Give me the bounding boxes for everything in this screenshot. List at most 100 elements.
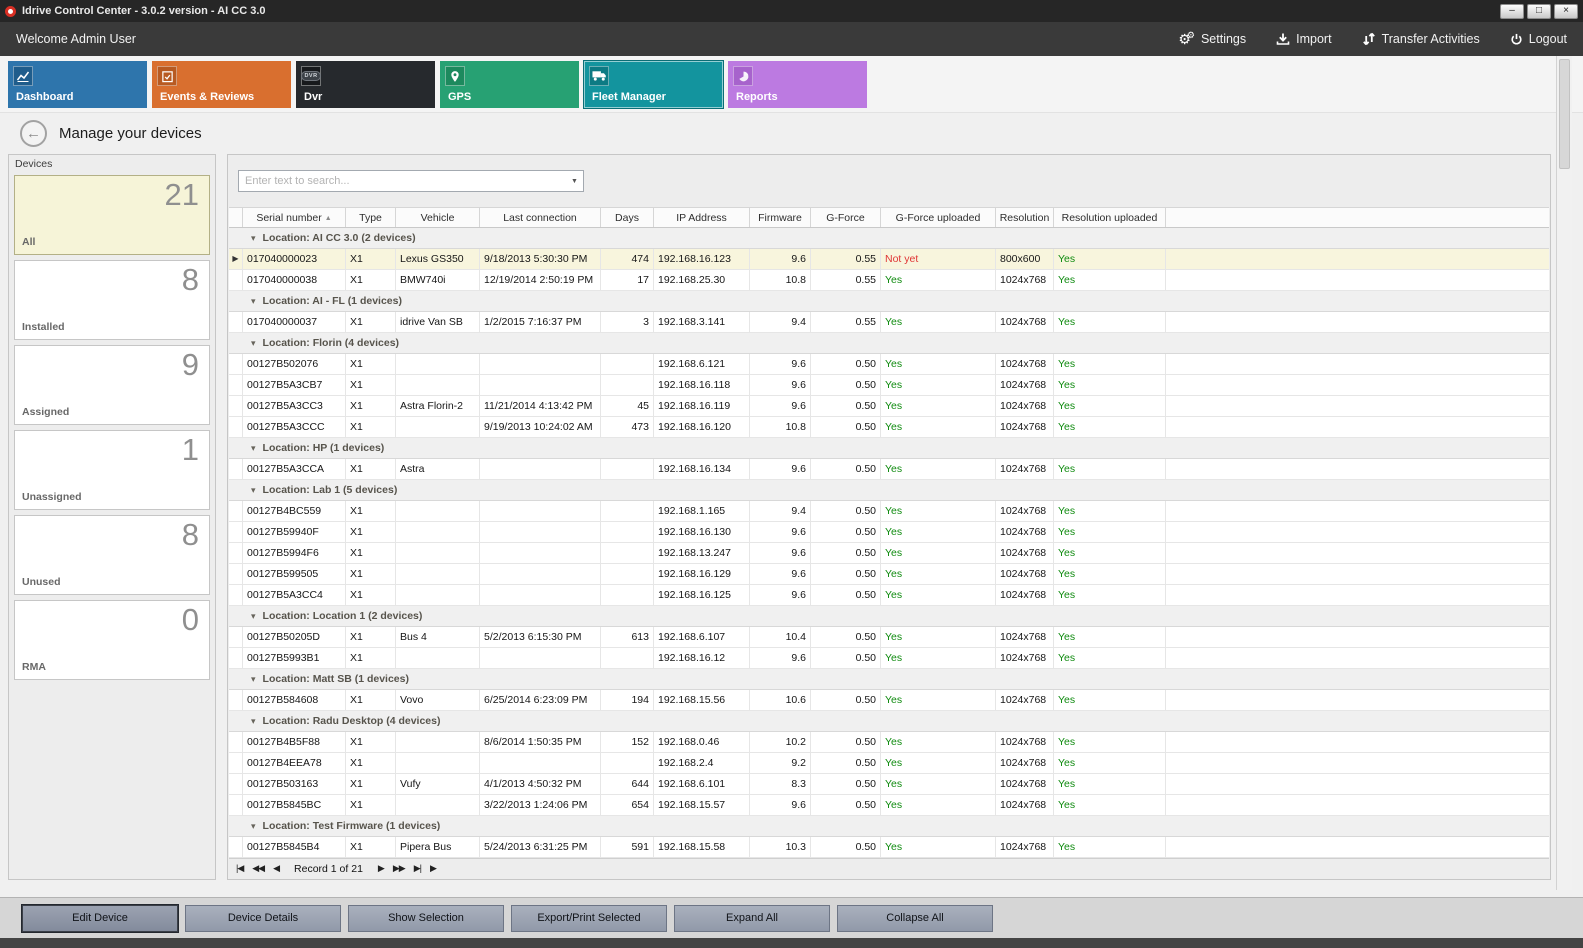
column-header-last_connection[interactable]: Last connection [480, 208, 601, 227]
collapse-arrow-icon[interactable]: ▾ [251, 716, 256, 727]
column-header-gforce[interactable]: G-Force [811, 208, 881, 227]
nav-prev-icon-2[interactable]: ◀ [273, 863, 279, 874]
edit-device-button[interactable]: Edit Device [22, 905, 178, 932]
group-row[interactable]: ▾Location: Lab 1 (5 devices) [229, 480, 1549, 501]
group-row[interactable]: ▾Location: Florin (4 devices) [229, 333, 1549, 354]
collapse-arrow-icon[interactable]: ▾ [251, 233, 256, 244]
nav-next-icon-3[interactable]: ▶ [430, 863, 436, 874]
column-header-resolution[interactable]: Resolution [996, 208, 1054, 227]
cell-ip: 192.168.1.165 [654, 501, 750, 521]
device-row[interactable]: 00127B502076X1192.168.6.1219.60.50Yes102… [229, 354, 1549, 375]
column-header-vehicle[interactable]: Vehicle [396, 208, 480, 227]
device-row[interactable]: 00127B5845B4X1Pipera Bus5/24/2013 6:31:2… [229, 837, 1549, 858]
device-row[interactable]: 00127B4BC559X1192.168.1.1659.40.50Yes102… [229, 501, 1549, 522]
device-row[interactable]: 00127B5A3CCCX19/19/2013 10:24:02 AM47319… [229, 417, 1549, 438]
column-header-days[interactable]: Days [601, 208, 654, 227]
device-row[interactable]: 00127B4EEA78X1192.168.2.49.20.50Yes1024x… [229, 753, 1549, 774]
maximize-button[interactable]: □ [1527, 4, 1551, 19]
close-button[interactable]: × [1554, 4, 1578, 19]
vertical-scrollbar[interactable] [1556, 56, 1572, 890]
column-header-type[interactable]: Type [346, 208, 396, 227]
column-header-serial[interactable]: Serial number▲ [243, 208, 346, 227]
device-row[interactable]: 00127B50205DX1Bus 45/2/2013 6:15:30 PM61… [229, 627, 1549, 648]
collapse-arrow-icon[interactable]: ▾ [251, 821, 256, 832]
search-combobox[interactable]: ▼ [238, 170, 584, 192]
device-filter-installed[interactable]: 8Installed [14, 260, 210, 340]
device-filter-unused[interactable]: 8Unused [14, 515, 210, 595]
back-button[interactable]: ← [20, 120, 47, 147]
collapse-arrow-icon[interactable]: ▾ [251, 485, 256, 496]
column-header-resolution_uploaded[interactable]: Resolution uploaded [1054, 208, 1166, 227]
app-logo-icon [5, 6, 16, 17]
device-row[interactable]: 017040000038X1BMW740i12/19/2014 2:50:19 … [229, 270, 1549, 291]
menu-transfer-activities[interactable]: Transfer Activities [1362, 32, 1480, 46]
dropdown-arrow-icon[interactable]: ▼ [566, 171, 583, 191]
device-row[interactable]: 00127B59940FX1192.168.16.1309.60.50Yes10… [229, 522, 1549, 543]
tab-dvr[interactable]: DVRDvr [296, 61, 435, 108]
nav-next-icon-1[interactable]: ▶▶ [393, 863, 405, 874]
device-row[interactable]: 00127B5994F6X1192.168.13.2479.60.50Yes10… [229, 543, 1549, 564]
group-row[interactable]: ▾Location: Radu Desktop (4 devices) [229, 711, 1549, 732]
device-row[interactable]: 00127B5845BCX13/22/2013 1:24:06 PM654192… [229, 795, 1549, 816]
collapse-arrow-icon[interactable]: ▾ [251, 674, 256, 685]
device-row[interactable]: 00127B5A3CC3X1Astra Florin-211/21/2014 4… [229, 396, 1549, 417]
device-row[interactable]: 00127B4B5F88X18/6/2014 1:50:35 PM152192.… [229, 732, 1549, 753]
group-row[interactable]: ▾Location: HP (1 devices) [229, 438, 1549, 459]
device-filter-all[interactable]: 21All [14, 175, 210, 255]
tab-events-reviews[interactable]: Events & Reviews [152, 61, 291, 108]
group-row[interactable]: ▾ Location: Matt SB (1 devices) [229, 669, 1549, 690]
group-row[interactable]: ▾Location: AI - FL (1 devices) [229, 291, 1549, 312]
cell-vehicle: Bus 4 [396, 627, 480, 647]
group-row[interactable]: ▾Location: Location 1 (2 devices) [229, 606, 1549, 627]
tab-gps[interactable]: GPS [440, 61, 579, 108]
tab-reports[interactable]: Reports [728, 61, 867, 108]
device-row[interactable]: 00127B5A3CCAX1Astra192.168.16.1349.60.50… [229, 459, 1549, 480]
device-filter-rma[interactable]: 0RMA [14, 600, 210, 680]
device-row[interactable]: 00127B599505X1192.168.16.1299.60.50Yes10… [229, 564, 1549, 585]
column-header-gforce_uploaded[interactable]: G-Force uploaded [881, 208, 996, 227]
nav-prev-icon-0[interactable]: |◀ [236, 863, 243, 874]
collapse-arrow-icon[interactable]: ▾ [251, 611, 256, 622]
device-filter-unassigned[interactable]: 1Unassigned [14, 430, 210, 510]
window-bottom-edge [0, 938, 1583, 948]
tab-label: Fleet Manager [592, 91, 666, 103]
nav-prev-icon-1[interactable]: ◀◀ [252, 863, 264, 874]
row-indicator [229, 501, 243, 521]
tab-label: Events & Reviews [160, 91, 254, 103]
collapse-arrow-icon[interactable]: ▾ [251, 296, 256, 307]
device-row[interactable]: 00127B5A3CB7X1192.168.16.1189.60.50Yes10… [229, 375, 1549, 396]
nav-next-icon-2[interactable]: ▶| [414, 863, 421, 874]
column-header-firmware[interactable]: Firmware [750, 208, 811, 227]
collapse-all-button[interactable]: Collapse All [837, 905, 993, 932]
nav-next-icon-0[interactable]: ▶ [378, 863, 384, 874]
show-selection-button[interactable]: Show Selection [348, 905, 504, 932]
cell-resolution: 800x600 [996, 249, 1054, 269]
group-row[interactable]: ▾Location: AI CC 3.0 (2 devices) [229, 228, 1549, 249]
export-print-selected-button[interactable]: Export/Print Selected [511, 905, 667, 932]
column-header-ip[interactable]: IP Address [654, 208, 750, 227]
device-row[interactable]: 017040000037X1idrive Van SB1/2/2015 7:16… [229, 312, 1549, 333]
menu-logout[interactable]: Logout [1510, 32, 1567, 46]
device-filter-assigned[interactable]: 9Assigned [14, 345, 210, 425]
menu-import[interactable]: Import [1276, 32, 1331, 46]
group-row[interactable]: ▾Location: Test Firmware (1 devices) [229, 816, 1549, 837]
device-row[interactable]: ▶017040000023X1Lexus GS3509/18/2013 5:30… [229, 249, 1549, 270]
menu-settings[interactable]: ⚙⚙Settings [1178, 32, 1246, 46]
group-label: Location: Matt SB (1 devices) [263, 673, 409, 685]
cell-filler [1166, 732, 1549, 752]
collapse-arrow-icon[interactable]: ▾ [251, 338, 256, 349]
expand-all-button[interactable]: Expand All [674, 905, 830, 932]
device-row[interactable]: 00127B5A3CC4X1192.168.16.1259.60.50Yes10… [229, 585, 1549, 606]
tab-fleet-manager[interactable]: Fleet Manager [584, 61, 723, 108]
device-details-button[interactable]: Device Details [185, 905, 341, 932]
cell-filler [1166, 690, 1549, 710]
device-row[interactable]: 00127B503163X1Vufy4/1/2013 4:50:32 PM644… [229, 774, 1549, 795]
cell-days: 3 [601, 312, 654, 332]
scrollbar-thumb[interactable] [1559, 59, 1570, 169]
collapse-arrow-icon[interactable]: ▾ [251, 443, 256, 454]
device-row[interactable]: 00127B5993B1X1192.168.16.129.60.50Yes102… [229, 648, 1549, 669]
minimize-button[interactable]: – [1500, 4, 1524, 19]
search-input[interactable] [239, 171, 566, 191]
device-row[interactable]: 00127B584608X1Vovo6/25/2014 6:23:09 PM19… [229, 690, 1549, 711]
tab-dashboard[interactable]: Dashboard [8, 61, 147, 108]
